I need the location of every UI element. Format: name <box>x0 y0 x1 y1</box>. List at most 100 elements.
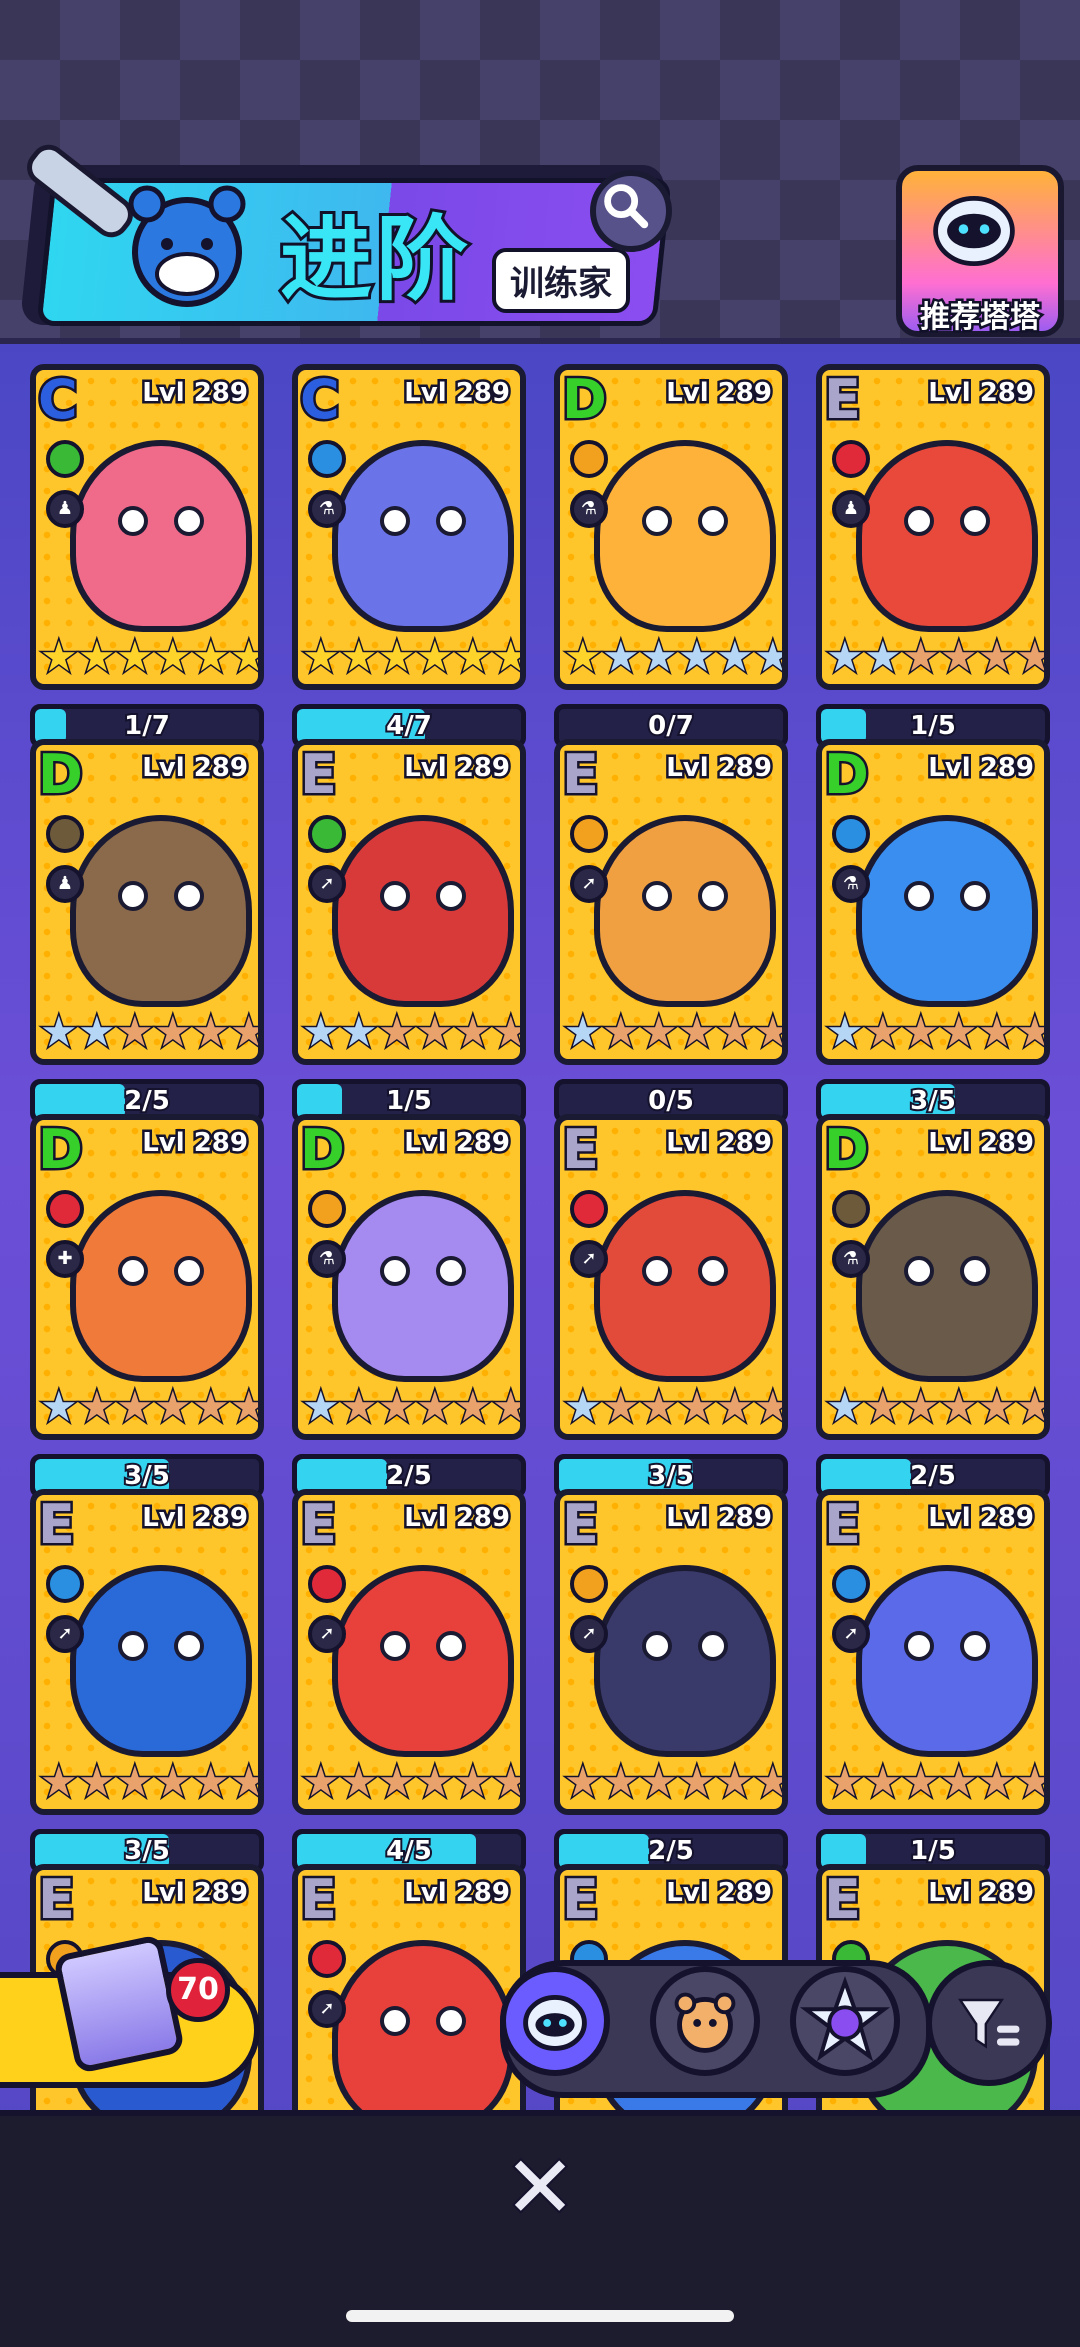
bronze-star-icon: ★ <box>415 1381 456 1433</box>
tata-card[interactable]: E Lvl 289 ♟ ★ ★ ★ ★ ★ ★ 1/5 <box>816 364 1050 774</box>
role-potion-icon: ⚗ <box>832 1240 870 1278</box>
gold-star-icon: ★ <box>191 631 232 683</box>
filter-button[interactable] <box>926 1960 1052 2086</box>
eye-icon <box>174 506 204 536</box>
silver-star-icon: ★ <box>39 1006 80 1058</box>
tata-card[interactable]: D Lvl 289 ♟ ★ ★ ★ ★ ★ ★ 2/5 <box>30 739 264 1149</box>
grade-label: E <box>822 1868 863 1932</box>
search-button[interactable] <box>590 170 672 252</box>
gold-star-icon: ★ <box>377 631 418 683</box>
card-frame: D Lvl 289 ⚗ ★ ★ ★ ★ ★ ★ <box>816 739 1050 1065</box>
tata-star-cat-icon <box>799 1975 891 2062</box>
tata-star-cat-tab[interactable] <box>790 1966 900 2076</box>
grade-label: D <box>560 368 609 432</box>
creature-portrait <box>70 815 252 1007</box>
role-potion-icon: ⚗ <box>308 490 346 528</box>
tata-card[interactable]: E Lvl 289 ➚ ★ ★ ★ ★ ★ ★ 4/5 <box>292 1489 526 1899</box>
level-label: Lvl 289 <box>926 376 1037 411</box>
eye-icon <box>436 881 466 911</box>
home-indicator[interactable] <box>346 2310 734 2322</box>
bronze-star-icon: ★ <box>901 631 942 683</box>
gold-star-icon: ★ <box>491 631 526 683</box>
tata-card[interactable]: C Lvl 289 ⚗ ★ ★ ★ ★ ★ ★ 4/7 <box>292 364 526 774</box>
bronze-star-icon: ★ <box>77 1756 118 1808</box>
bronze-star-icon: ★ <box>939 1006 980 1058</box>
bronze-star-icon: ★ <box>415 1756 456 1808</box>
silver-star-icon: ★ <box>639 631 680 683</box>
tata-card[interactable]: D Lvl 289 ✚ ★ ★ ★ ★ ★ ★ 3/5 <box>30 1114 264 1524</box>
bronze-star-icon: ★ <box>39 1756 80 1808</box>
tata-card[interactable]: D Lvl 289 ⚗ ★ ★ ★ ★ ★ ★ 3/5 <box>816 739 1050 1149</box>
card-frame: ELvl 289➚★★★★★★ <box>30 1489 264 1815</box>
creature-portrait <box>594 1565 776 1757</box>
grade-label: E <box>298 1493 339 1557</box>
level-label: Lvl 289 <box>140 376 251 411</box>
grade-label: E <box>560 1868 601 1932</box>
card-frame: ELvl 289➚★★★★★★ <box>292 739 526 1065</box>
tata-card[interactable]: E Lvl 289 ➚ ★ ★ ★ ★ ★ ★ 2/5 <box>554 1489 788 1899</box>
grade-label: C <box>36 368 80 432</box>
bronze-star-icon: ★ <box>191 1006 232 1058</box>
level-label: Lvl 289 <box>664 751 775 786</box>
tata-card[interactable]: D Lvl 289 ⚗ ★ ★ ★ ★ ★ ★ 0/7 <box>554 364 788 774</box>
bronze-star-icon: ★ <box>1015 1756 1050 1808</box>
tata-card[interactable]: E Lvl 289 ➚ ★ ★ ★ ★ ★ ★ 1/5 <box>292 739 526 1149</box>
bronze-star-icon: ★ <box>601 1756 642 1808</box>
recommend-tata-label: 推荐塔塔 <box>918 298 1043 338</box>
page-subtitle: 训练家 <box>492 248 630 313</box>
bronze-star-icon: ★ <box>863 1381 904 1433</box>
silver-star-icon: ★ <box>715 631 756 683</box>
progress-text: 3/5 <box>122 1459 172 1493</box>
gold-star-icon: ★ <box>563 631 604 683</box>
eye-icon <box>436 2006 466 2036</box>
tata-cat-tab[interactable] <box>500 1966 610 2076</box>
bronze-star-icon: ★ <box>753 1756 788 1808</box>
eye-icon <box>904 506 934 536</box>
bronze-star-icon: ★ <box>939 631 980 683</box>
eye-icon <box>904 1256 934 1286</box>
tata-card[interactable]: C Lvl 289 ♟ ★ ★ ★ ★ ★ ★ 1/7 <box>30 364 264 774</box>
role-potion-icon: ⚗ <box>570 490 608 528</box>
tata-card[interactable]: D Lvl 289 ⚗ ★ ★ ★ ★ ★ ★ 2/5 <box>292 1114 526 1524</box>
tata-card[interactable]: E Lvl 289 ➚ ★ ★ ★ ★ ★ ★ 0/5 <box>554 739 788 1149</box>
silver-star-icon: ★ <box>39 1381 80 1433</box>
creature-portrait <box>594 1190 776 1382</box>
bronze-star-icon: ★ <box>115 1756 156 1808</box>
tata-card[interactable]: E Lvl 289 ➚ ★ ★ ★ ★ ★ ★ 1/5 <box>816 1489 1050 1899</box>
creature-portrait <box>594 440 776 632</box>
tata-card[interactable]: E Lvl 289 ➚ ★ ★ ★ ★ ★ ★ 3/5 <box>30 1489 264 1899</box>
creature-portrait <box>332 815 514 1007</box>
star-rating: ★★★★★★ <box>563 1006 783 1059</box>
tata-bear-tab[interactable] <box>650 1966 760 2076</box>
bronze-star-icon: ★ <box>115 1006 156 1058</box>
close-button[interactable]: ✕ <box>500 2143 580 2233</box>
bronze-star-icon: ★ <box>191 1756 232 1808</box>
eye-icon <box>642 506 672 536</box>
tata-card[interactable]: D Lvl 289 ⚗ ★ ★ ★ ★ ★ ★ 2/5 <box>816 1114 1050 1524</box>
star-rating: ★★★★★★ <box>39 631 259 684</box>
creature-portrait <box>332 1565 514 1757</box>
element-water-icon <box>308 440 346 478</box>
level-label: Lvl 289 <box>140 751 251 786</box>
silver-star-icon: ★ <box>77 1006 118 1058</box>
eye-icon <box>380 2006 410 2036</box>
bronze-star-icon: ★ <box>491 1756 526 1808</box>
bronze-star-icon: ★ <box>377 1006 418 1058</box>
bronze-star-icon: ★ <box>153 1006 194 1058</box>
tata-card[interactable]: E Lvl 289 ➚ ★ ★ ★ ★ ★ ★ 3/5 <box>554 1114 788 1524</box>
grade-label: D <box>822 1118 871 1182</box>
gold-star-icon: ★ <box>39 631 80 683</box>
silver-star-icon: ★ <box>825 631 866 683</box>
element-water-icon <box>832 1565 870 1603</box>
bronze-star-icon: ★ <box>191 1381 232 1433</box>
eye-icon <box>642 1256 672 1286</box>
progress-text: 4/5 <box>384 1834 434 1868</box>
role-ghost-icon: ♟ <box>46 490 84 528</box>
role-ghost-icon: ♟ <box>832 490 870 528</box>
level-label: Lvl 289 <box>664 1501 775 1536</box>
gold-star-icon: ★ <box>453 631 494 683</box>
role-runner-icon: ➚ <box>308 1990 346 2028</box>
role-potion-icon: ⚗ <box>308 1240 346 1278</box>
star-rating: ★★★★★★ <box>39 1006 259 1059</box>
creature-portrait <box>332 440 514 632</box>
